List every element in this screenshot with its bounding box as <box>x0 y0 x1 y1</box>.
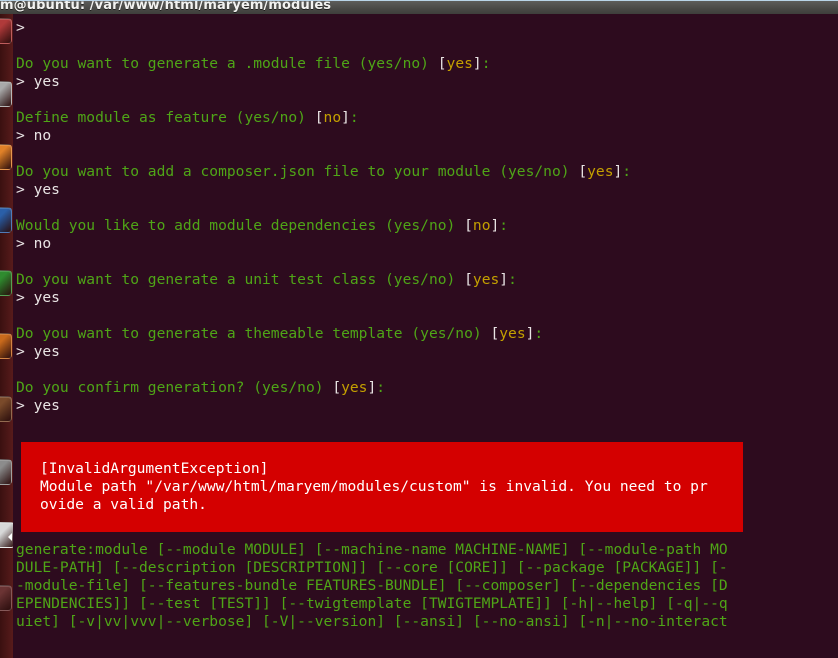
launcher-trash-icon[interactable] <box>0 585 12 611</box>
terminal-question-line: Do you want to generate a .module file (… <box>16 55 838 73</box>
usage-line: uiet] [-v|vv|vvv|--verbose] [-V|--versio… <box>16 613 728 630</box>
answer-text: > no <box>16 127 52 144</box>
bracket-close: ] <box>490 217 500 234</box>
bracket-open: [ <box>464 271 473 288</box>
bracket-close: ] <box>499 271 509 288</box>
bracket-open: [ <box>464 217 473 234</box>
question-colon: : <box>534 325 544 342</box>
default-value: no <box>472 217 491 234</box>
error-box-padding-bottom <box>21 514 743 532</box>
prompt-symbol: > <box>16 19 25 36</box>
terminal-window[interactable]: > Do you want to generate a .module file … <box>13 14 838 658</box>
launcher-amazon-icon[interactable] <box>0 396 12 422</box>
answer-text: > yes <box>16 343 60 360</box>
question-text: Do you confirm generation? (yes/no) <box>16 379 333 396</box>
usage-line: -module-file] [--features-bundle FEATURE… <box>16 577 728 594</box>
bracket-open: [ <box>578 163 588 180</box>
launcher-active-arrow-icon <box>8 533 12 541</box>
question-text: Define module as feature (yes/no) <box>16 109 315 126</box>
bracket-close: ] <box>367 379 377 396</box>
usage-line: DULE-PATH] [--description [DESCRIPTION]]… <box>16 559 728 576</box>
launcher-libreoffice-impress-icon[interactable] <box>0 333 12 359</box>
bracket-open: [ <box>314 109 324 126</box>
default-value: yes <box>499 325 526 342</box>
question-colon: : <box>481 55 491 72</box>
launcher-firefox-icon[interactable] <box>0 144 12 170</box>
bracket-open: [ <box>437 55 447 72</box>
default-value: yes <box>341 379 368 396</box>
error-box-gap <box>16 532 838 541</box>
question-colon: : <box>622 163 632 180</box>
terminal-answer-line: > yes <box>16 289 838 307</box>
terminal-answer-line: > yes <box>16 181 838 199</box>
error-message-box: [InvalidArgumentException] Module path "/… <box>21 442 743 532</box>
terminal-question-line: Would you like to add module dependencie… <box>16 217 838 235</box>
terminal-question-line: Do you confirm generation? (yes/no) [yes… <box>16 379 838 397</box>
usage-line: generate:module [--module MODULE] [--mac… <box>16 541 728 558</box>
default-value: yes <box>587 163 614 180</box>
window-titlebar[interactable]: m@ubuntu: /var/www/html/maryem/modules <box>0 0 838 14</box>
bracket-close: ] <box>341 109 350 126</box>
terminal-prompt-line: > <box>16 19 838 37</box>
default-value: yes <box>446 55 473 72</box>
error-exception-name: [InvalidArgumentException] <box>40 460 269 477</box>
launcher-ubuntu-software-icon[interactable] <box>0 18 12 44</box>
window-title: m@ubuntu: /var/www/html/maryem/modules <box>0 0 332 13</box>
desktop-screen: m@ubuntu: /var/www/html/maryem/modules >… <box>0 0 838 658</box>
terminal-answer-line: > yes <box>16 73 838 91</box>
question-text: Do you want to add a composer.json file … <box>16 163 579 180</box>
bracket-close: ] <box>613 163 623 180</box>
answer-text: > yes <box>16 397 60 414</box>
terminal-question-line: Do you want to add a composer.json file … <box>16 163 838 181</box>
answer-text: > yes <box>16 181 60 198</box>
terminal-answer-line: > yes <box>16 397 838 415</box>
terminal-answer-line: > no <box>16 235 838 253</box>
launcher-system-settings-icon[interactable] <box>0 459 12 485</box>
question-colon: : <box>349 109 359 126</box>
default-value: no <box>323 109 342 126</box>
bracket-open: [ <box>490 325 500 342</box>
question-text: Do you want to generate a unit test clas… <box>16 271 465 288</box>
error-message-line: ovide a valid path. <box>40 496 207 513</box>
launcher-thunderbird-icon[interactable] <box>0 207 12 233</box>
question-colon: : <box>376 379 386 396</box>
unity-launcher[interactable] <box>0 14 13 658</box>
answer-text: > yes <box>16 73 60 90</box>
terminal-output: > Do you want to generate a .module file … <box>16 19 838 631</box>
terminal-question-line: Do you want to generate a themeable temp… <box>16 325 838 343</box>
question-colon: : <box>499 217 509 234</box>
answer-text: > no <box>16 235 52 252</box>
launcher-files-icon[interactable] <box>0 81 12 107</box>
usage-line: EPENDENCIES]] [--test [TEST]] [--twigtem… <box>16 595 728 612</box>
launcher-libreoffice-calc-icon[interactable] <box>0 270 12 296</box>
question-text: Do you want to generate a .module file (… <box>16 55 438 72</box>
terminal-question-line: Do you want to generate a unit test clas… <box>16 271 838 289</box>
question-colon: : <box>508 271 517 288</box>
terminal-answer-line: > no <box>16 127 838 145</box>
answer-text: > yes <box>16 289 60 306</box>
question-text: Would you like to add module dependencie… <box>16 217 465 234</box>
error-message-line: Module path "/var/www/html/maryem/module… <box>40 478 708 495</box>
terminal-answer-line: > yes <box>16 343 838 361</box>
bracket-close: ] <box>472 55 482 72</box>
error-box-padding-top <box>21 442 743 460</box>
terminal-question-line: Define module as feature (yes/no) [no]: <box>16 109 838 127</box>
bracket-open: [ <box>332 379 342 396</box>
default-value: yes <box>472 271 500 288</box>
question-text: Do you want to generate a themeable temp… <box>16 325 491 342</box>
